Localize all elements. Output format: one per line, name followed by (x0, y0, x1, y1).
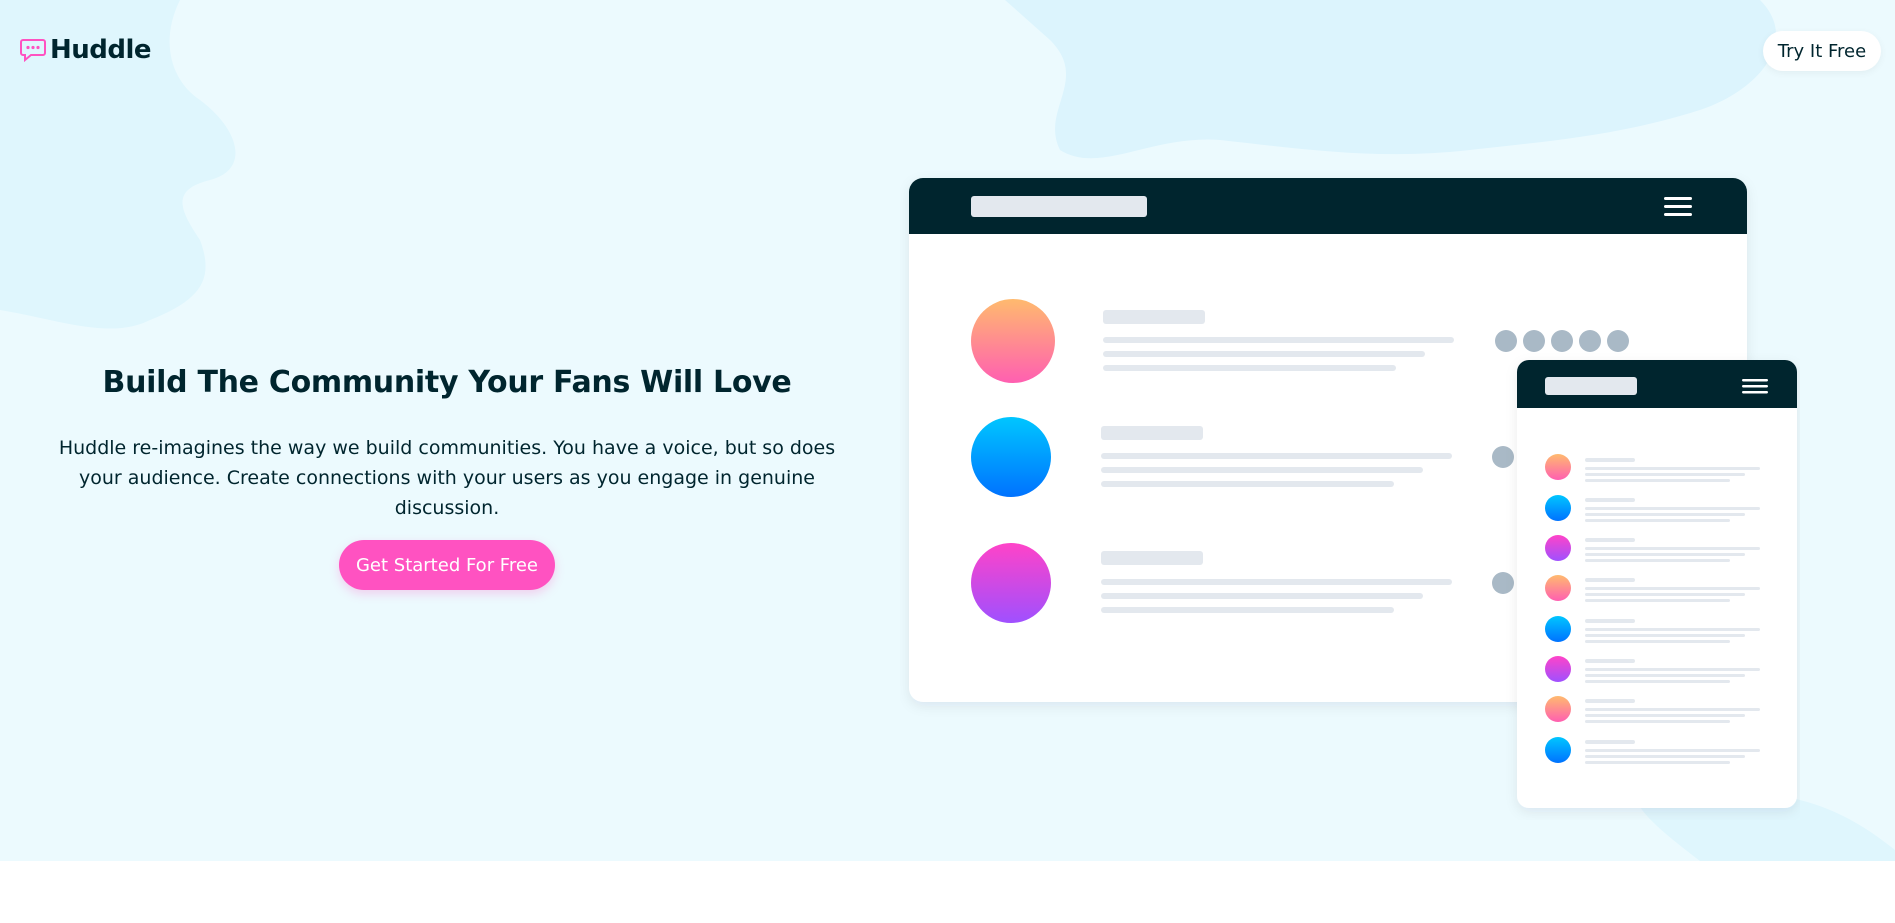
logo[interactable]: Huddle (20, 33, 152, 67)
hero-headline: Build The Community Your Fans Will Love (102, 365, 792, 400)
hero-illustration (909, 178, 1797, 808)
chat-bubble-icon (20, 39, 46, 62)
bottom-section (0, 861, 1895, 923)
hamburger-menu-icon (1742, 379, 1768, 394)
get-started-button[interactable]: Get Started For Free (339, 540, 555, 590)
hero-section: Huddle Try It Free Build The Community Y… (0, 0, 1895, 861)
site-header: Huddle Try It Free (0, 0, 1895, 100)
hamburger-menu-icon (1664, 197, 1692, 216)
mobile-mockup (1517, 360, 1797, 808)
logo-text: Huddle (50, 35, 152, 65)
hero-text-block: Build The Community Your Fans Will Love … (30, 365, 864, 523)
try-it-free-button[interactable]: Try It Free (1763, 31, 1881, 71)
hero-description: Huddle re-imagines the way we build comm… (58, 437, 836, 519)
